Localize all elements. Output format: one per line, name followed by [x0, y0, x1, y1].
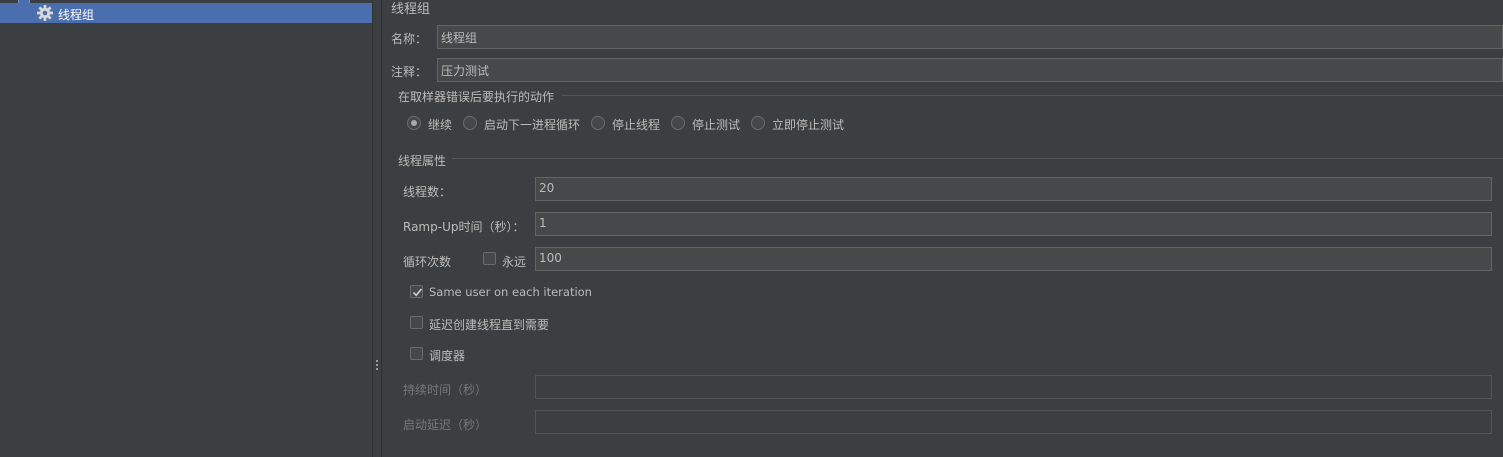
thread-properties-section-label: 线程属性: [398, 154, 447, 168]
rampup-field[interactable]: 1: [535, 212, 1492, 236]
comment-field[interactable]: 压力测试: [437, 58, 1503, 82]
section-divider: [562, 95, 1503, 96]
radio-stop-test-label[interactable]: 停止测试: [692, 116, 740, 133]
radio-stop-thread-label[interactable]: 停止线程: [612, 116, 660, 133]
gear-icon: [36, 4, 54, 22]
loop-count-field[interactable]: 100: [535, 247, 1492, 271]
test-plan-tree: 线程组: [0, 0, 372, 457]
thread-count-label: 线程数：: [403, 185, 452, 199]
forever-checkbox[interactable]: [483, 252, 496, 265]
radio-start-next-loop[interactable]: [463, 116, 477, 130]
name-field[interactable]: 线程组: [437, 25, 1503, 49]
radio-stop-test[interactable]: [671, 116, 685, 130]
startup-delay-label: 启动延迟（秒）: [403, 418, 488, 432]
duration-label: 持续时间（秒）: [403, 383, 488, 397]
thread-count-field[interactable]: 20: [535, 177, 1492, 201]
delay-thread-creation-checkbox[interactable]: [410, 316, 423, 329]
forever-label[interactable]: 永远: [502, 253, 526, 270]
radio-start-next-loop-label[interactable]: 启动下一进程循环: [484, 116, 580, 133]
scheduler-label[interactable]: 调度器: [429, 347, 465, 364]
startup-delay-field[interactable]: [535, 410, 1492, 434]
radio-stop-test-now-label[interactable]: 立即停止测试: [772, 116, 844, 133]
panel-splitter[interactable]: [372, 0, 382, 457]
tree-item-thread-group[interactable]: 线程组: [0, 3, 372, 23]
tree-item-label: 线程组: [58, 8, 95, 22]
radio-continue[interactable]: [407, 116, 421, 130]
sampler-error-section-label: 在取样器错误后要执行的动作: [398, 90, 555, 104]
check-icon: [412, 288, 423, 297]
drag-handle-icon: [376, 360, 379, 374]
thread-group-editor: 线程组 线程组 名称： 线程组 注释： 压力测试 在取样器错误后要执行的动作 继…: [0, 0, 1503, 457]
same-user-checkbox[interactable]: [410, 285, 423, 298]
radio-stop-thread[interactable]: [591, 116, 605, 130]
delay-thread-creation-label[interactable]: 延迟创建线程直到需要: [429, 316, 549, 333]
thread-group-form: 线程组 名称： 线程组 注释： 压力测试 在取样器错误后要执行的动作 继续 启动…: [382, 0, 1503, 457]
scheduler-checkbox[interactable]: [410, 347, 423, 360]
name-label: 名称：: [391, 32, 428, 46]
loop-count-label: 循环次数: [403, 255, 452, 269]
rampup-label: Ramp-Up时间（秒）：: [403, 220, 525, 234]
comment-label: 注释：: [391, 65, 428, 79]
same-user-label[interactable]: Same user on each iteration: [429, 285, 592, 299]
duration-field[interactable]: [535, 375, 1492, 399]
page-title: 线程组: [391, 2, 431, 17]
radio-stop-test-now[interactable]: [751, 116, 765, 130]
radio-continue-label[interactable]: 继续: [428, 116, 452, 133]
section-divider: [452, 158, 1503, 159]
